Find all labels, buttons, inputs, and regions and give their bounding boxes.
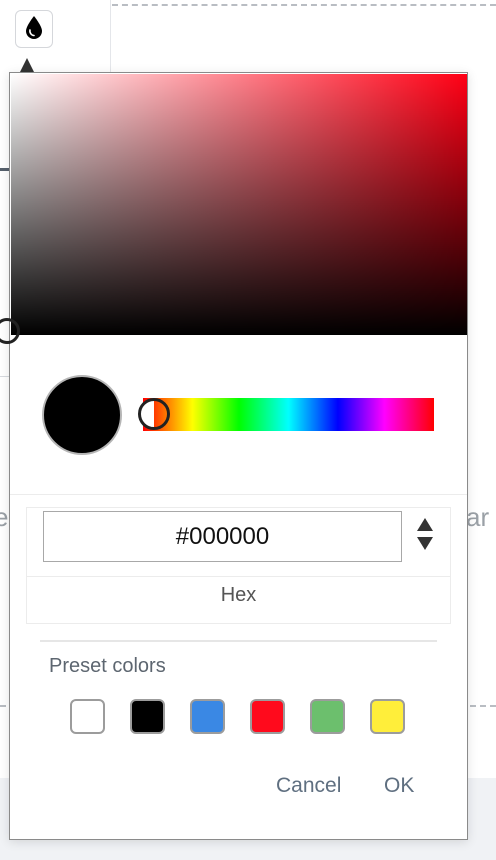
preset-swatch-blue[interactable] [190, 699, 225, 734]
preset-swatch-green[interactable] [310, 699, 345, 734]
preset-swatch-white[interactable] [70, 699, 105, 734]
popover-pointer [20, 58, 34, 72]
cancel-button[interactable]: Cancel [276, 774, 341, 798]
color-picker-trigger-button[interactable] [15, 10, 53, 48]
saturation-value-handle[interactable] [0, 318, 20, 344]
saturation-value-area[interactable] [11, 74, 467, 335]
presets-divider [40, 640, 437, 642]
selected-color-preview [42, 375, 122, 455]
background-text-right: ar [466, 502, 490, 532]
hex-input-card: Hex [26, 507, 451, 624]
hue-slider-handle[interactable] [138, 398, 170, 430]
preset-swatch-red[interactable] [250, 699, 285, 734]
hex-input[interactable] [43, 511, 402, 562]
hue-slider[interactable] [143, 398, 434, 431]
ok-button[interactable]: OK [384, 774, 414, 798]
droplet-icon [25, 15, 43, 44]
preset-swatch-yellow[interactable] [370, 699, 405, 734]
color-picker-popover: Hex Preset colors Cancel OK [0, 72, 468, 840]
format-stepper[interactable] [417, 518, 435, 552]
preset-colors-title: Preset colors [49, 655, 166, 677]
hex-format-label: Hex [220, 584, 257, 606]
preset-swatch-black[interactable] [130, 699, 165, 734]
arrow-down-icon[interactable] [417, 537, 433, 550]
section-divider [10, 494, 467, 495]
hex-card-divider [27, 576, 450, 577]
dashed-guide-top [112, 4, 496, 6]
arrow-up-icon[interactable] [417, 518, 433, 531]
background-text-left: e [0, 502, 9, 532]
